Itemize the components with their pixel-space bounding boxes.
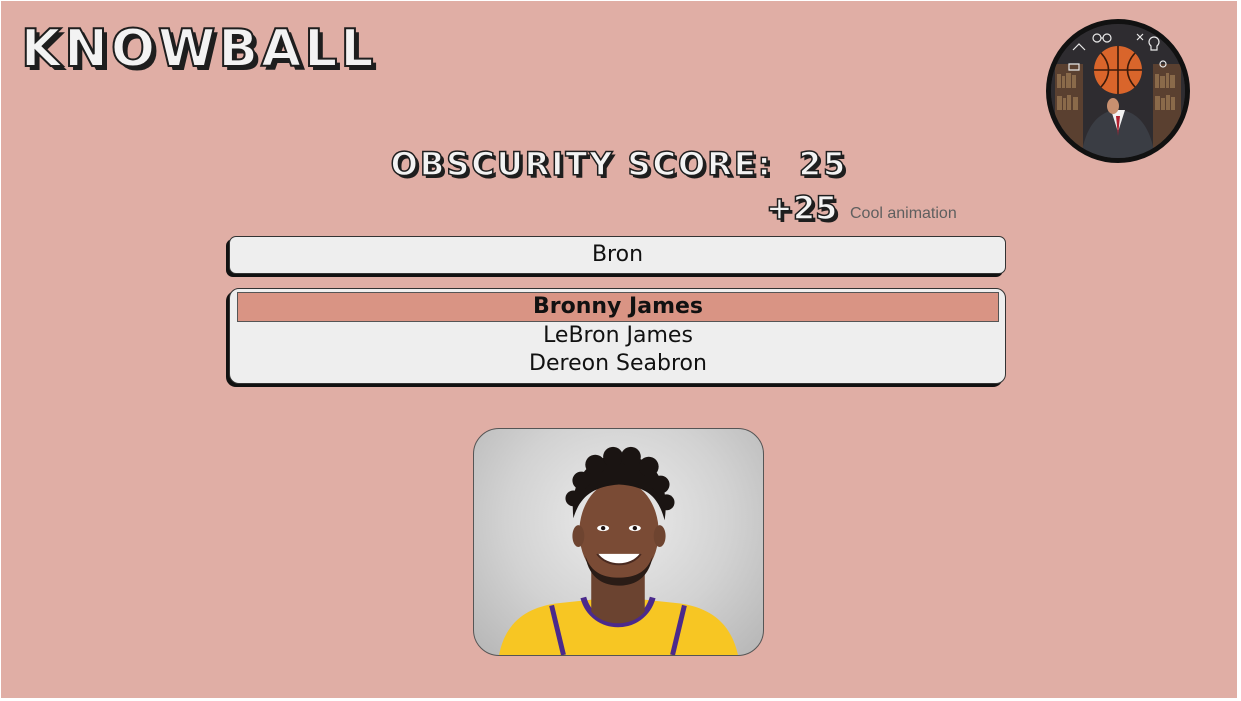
app-title: KNOWBALL xyxy=(20,19,377,79)
suggestion-item[interactable]: Bronny James xyxy=(237,292,999,322)
profile-avatar-icon[interactable] xyxy=(1046,19,1190,163)
animation-note: Cool animation xyxy=(850,205,957,222)
suggestion-item[interactable]: LeBron James xyxy=(237,322,999,350)
score-gain: +25 xyxy=(765,189,838,227)
game-screen: KNOWBALL OBSCURITY SCORE: 25 +25 Cool an… xyxy=(1,1,1237,698)
player-search-input[interactable]: Bron xyxy=(229,236,1006,274)
suggestion-list: Bronny James LeBron James Dereon Seabron xyxy=(229,288,1006,384)
score-value: 25 xyxy=(798,145,848,183)
obscurity-score: OBSCURITY SCORE: 25 xyxy=(1,145,1237,183)
player-photo xyxy=(473,428,764,656)
player-headshot-icon xyxy=(499,446,738,655)
score-label: OBSCURITY SCORE: xyxy=(390,145,773,183)
suggestion-item[interactable]: Dereon Seabron xyxy=(237,350,999,378)
